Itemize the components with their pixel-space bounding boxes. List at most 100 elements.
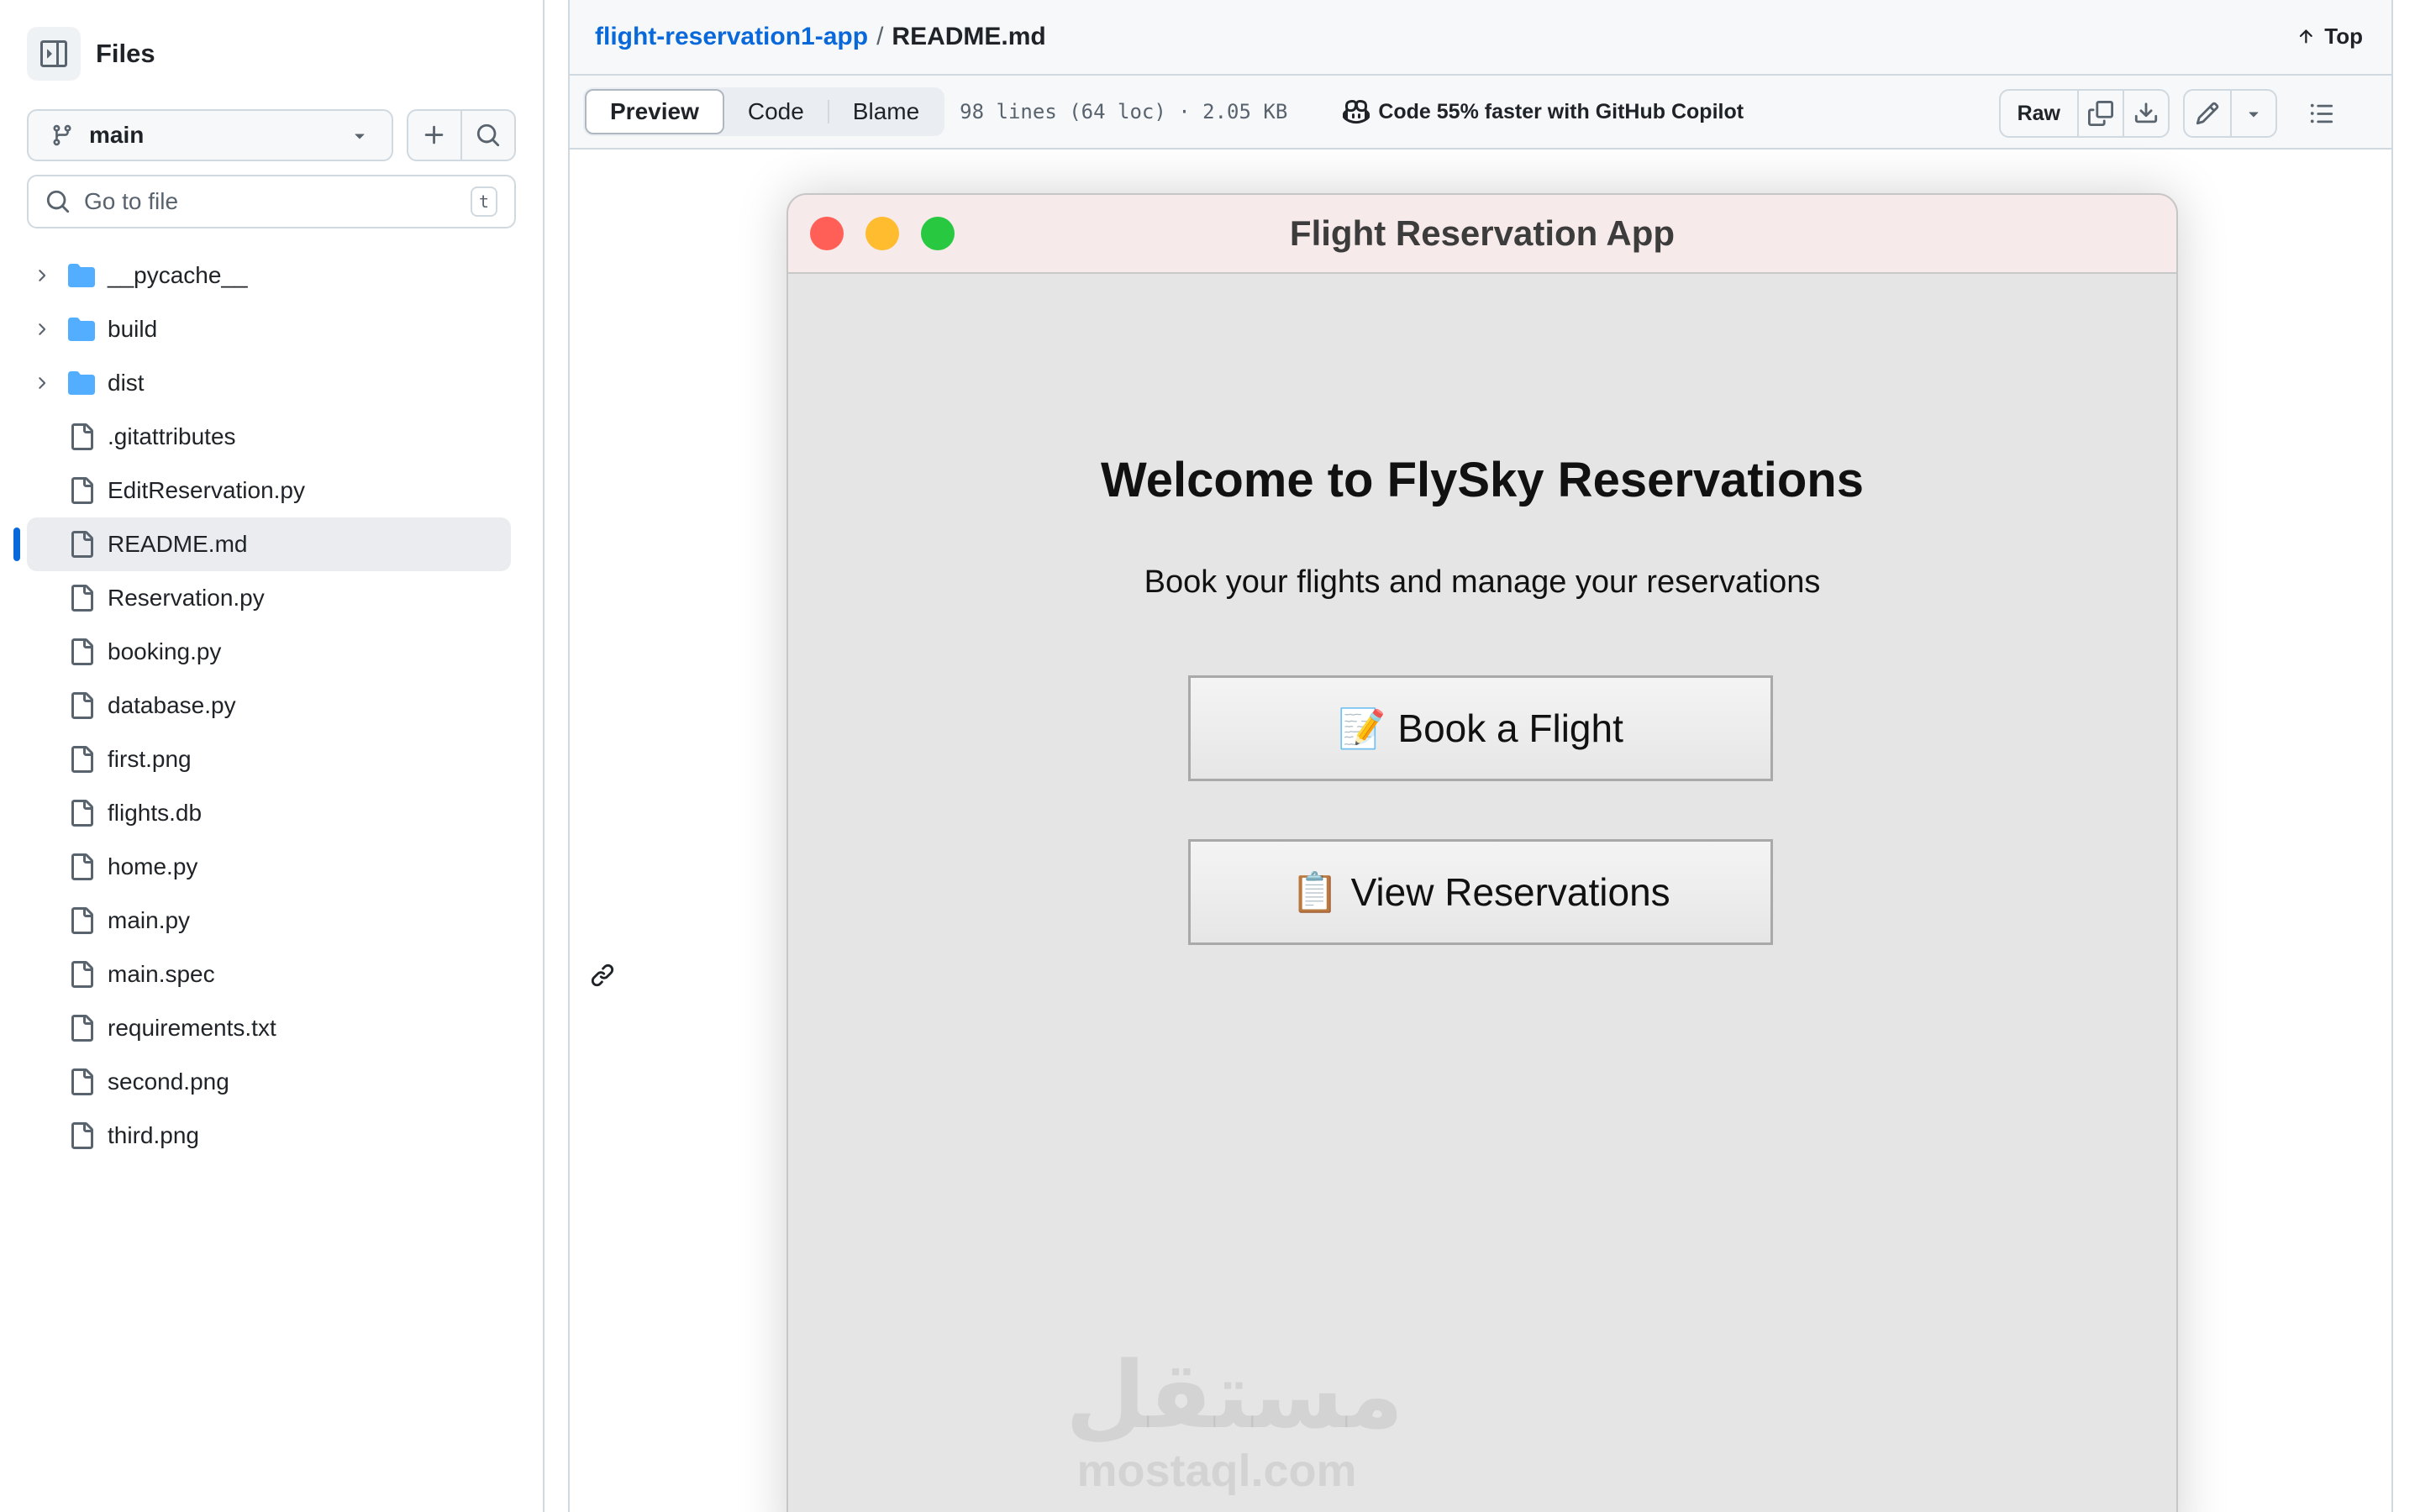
app-titlebar: Flight Reservation App bbox=[788, 195, 2176, 274]
breadcrumb-repo-link[interactable]: flight-reservation1-app bbox=[595, 23, 868, 51]
folder-icon bbox=[68, 318, 95, 341]
tree-file-item[interactable]: second.png bbox=[0, 1055, 544, 1109]
branch-row: main bbox=[27, 109, 516, 161]
folder-icon bbox=[68, 371, 95, 395]
top-button[interactable]: Top bbox=[2296, 24, 2363, 50]
tree-file-item[interactable]: README.md bbox=[0, 517, 544, 571]
tree-file-item[interactable]: booking.py bbox=[0, 625, 544, 679]
file-icon bbox=[71, 692, 93, 719]
book-flight-button: 📝 Book a Flight bbox=[1188, 675, 1773, 781]
tree-folder-item[interactable]: __pycache__ bbox=[0, 249, 544, 302]
triangle-down-icon bbox=[2249, 112, 2259, 118]
tree-file-item[interactable]: main.py bbox=[0, 894, 544, 948]
tree-item-label: __pycache__ bbox=[108, 262, 248, 288]
tree-file-item[interactable]: EditReservation.py bbox=[0, 464, 544, 517]
tree-item-label: requirements.txt bbox=[108, 1015, 276, 1041]
go-to-file-input[interactable] bbox=[84, 188, 471, 215]
active-item-indicator bbox=[13, 528, 20, 561]
collapse-sidebar-button[interactable] bbox=[27, 27, 81, 81]
tree-actions bbox=[407, 109, 516, 161]
file-icon bbox=[71, 1068, 93, 1095]
pencil-icon bbox=[2196, 102, 2219, 125]
top-label: Top bbox=[2324, 24, 2363, 49]
copilot-promo-link[interactable]: Code 55% faster with GitHub Copilot bbox=[1343, 98, 1744, 125]
edit-file-button[interactable] bbox=[2185, 91, 2230, 136]
search-code-button[interactable] bbox=[460, 111, 514, 160]
file-icon bbox=[71, 423, 93, 450]
readme-preview: Flight Reservation App Welcome to FlySky… bbox=[570, 151, 2391, 1512]
link-icon bbox=[591, 963, 614, 987]
edit-group bbox=[2183, 89, 2277, 138]
tree-file-item[interactable]: Reservation.py bbox=[0, 571, 544, 625]
tree-folder-item[interactable]: build bbox=[0, 302, 544, 356]
clipboard-emoji-icon: 📋 bbox=[1291, 869, 1339, 915]
sidebar-collapse-icon bbox=[40, 40, 67, 67]
file-icon bbox=[71, 853, 93, 880]
copy-icon bbox=[2088, 101, 2113, 126]
tree-item-label: main.py bbox=[108, 907, 191, 933]
tree-item-label: README.md bbox=[108, 531, 248, 557]
search-icon bbox=[46, 190, 70, 213]
arrow-up-icon bbox=[2300, 29, 2313, 43]
tree-item-label: first.png bbox=[108, 746, 192, 772]
tree-item-label: database.py bbox=[108, 692, 236, 718]
file-icon bbox=[71, 477, 93, 504]
tree-file-item[interactable]: .gitattributes bbox=[0, 410, 544, 464]
download-icon bbox=[2134, 102, 2158, 123]
keyboard-shortcut-hint: t bbox=[471, 186, 497, 217]
tree-folder-item[interactable]: dist bbox=[0, 356, 544, 410]
breadcrumb-separator: / bbox=[876, 23, 884, 50]
plus-icon bbox=[424, 125, 444, 144]
app-window-title: Flight Reservation App bbox=[1289, 213, 1676, 253]
file-tree-sidebar: Files main t __pycache__build dist .gitatt… bbox=[0, 0, 544, 1512]
active-item-highlight bbox=[27, 517, 511, 571]
close-window-dot bbox=[810, 217, 844, 250]
file-toolbar: Preview Code Blame 98 lines (64 loc) · 2… bbox=[570, 76, 2391, 150]
chevron-right-icon bbox=[39, 270, 46, 281]
search-icon bbox=[476, 123, 500, 147]
tree-file-item[interactable]: third.png bbox=[0, 1109, 544, 1163]
watermark-latin: mostaql.com bbox=[1076, 1446, 1357, 1496]
watermark-arabic: مستقل bbox=[1065, 1341, 1404, 1449]
raw-button[interactable]: Raw bbox=[2001, 91, 2077, 136]
tree-item-label: EditReservation.py bbox=[108, 477, 306, 503]
copilot-icon bbox=[1343, 99, 1370, 124]
folder-icon bbox=[68, 264, 95, 287]
tree-file-item[interactable]: main.spec bbox=[0, 948, 544, 1001]
tree-file-item[interactable]: home.py bbox=[0, 840, 544, 894]
tab-blame[interactable]: Blame bbox=[829, 89, 943, 134]
view-reservations-label: View Reservations bbox=[1350, 870, 1670, 914]
tree-file-item[interactable]: requirements.txt bbox=[0, 1001, 544, 1055]
file-icon bbox=[71, 961, 93, 988]
add-file-button[interactable] bbox=[408, 111, 460, 160]
git-branch-icon bbox=[53, 124, 71, 146]
watermark: مستقل mostaql.com bbox=[1065, 1341, 1404, 1497]
memo-emoji-icon: 📝 bbox=[1338, 705, 1386, 751]
copy-raw-button[interactable] bbox=[2077, 91, 2123, 136]
file-icon bbox=[71, 1015, 93, 1042]
minimize-window-dot bbox=[865, 217, 899, 250]
zoom-window-dot bbox=[921, 217, 955, 250]
outline-button[interactable] bbox=[2299, 91, 2344, 136]
tree-file-item[interactable]: flights.db bbox=[0, 786, 544, 840]
tree-file-item[interactable]: first.png bbox=[0, 732, 544, 786]
tree-item-label: .gitattributes bbox=[108, 423, 236, 449]
tab-code[interactable]: Code bbox=[724, 89, 828, 134]
tree-item-label: third.png bbox=[108, 1122, 199, 1148]
raw-copy-download-group: Raw bbox=[1998, 89, 2170, 138]
list-unordered-icon bbox=[2310, 103, 2333, 123]
tab-preview[interactable]: Preview bbox=[585, 89, 724, 134]
tree-file-item[interactable]: database.py bbox=[0, 679, 544, 732]
file-actions: Raw bbox=[1998, 89, 2344, 138]
download-button[interactable] bbox=[2123, 91, 2168, 136]
file-icon bbox=[71, 1122, 93, 1149]
tree-item-label: second.png bbox=[108, 1068, 229, 1095]
heading-anchor-link[interactable] bbox=[590, 963, 615, 992]
file-icon bbox=[71, 638, 93, 665]
tree-item-label: main.spec bbox=[108, 961, 215, 987]
branch-selector[interactable]: main bbox=[27, 109, 393, 161]
tree-item-label: home.py bbox=[108, 853, 198, 879]
more-edit-options-button[interactable] bbox=[2230, 91, 2275, 136]
go-to-file-field[interactable]: t bbox=[27, 175, 516, 228]
breadcrumb: flight-reservation1-app / README.md Top bbox=[570, 0, 2391, 76]
